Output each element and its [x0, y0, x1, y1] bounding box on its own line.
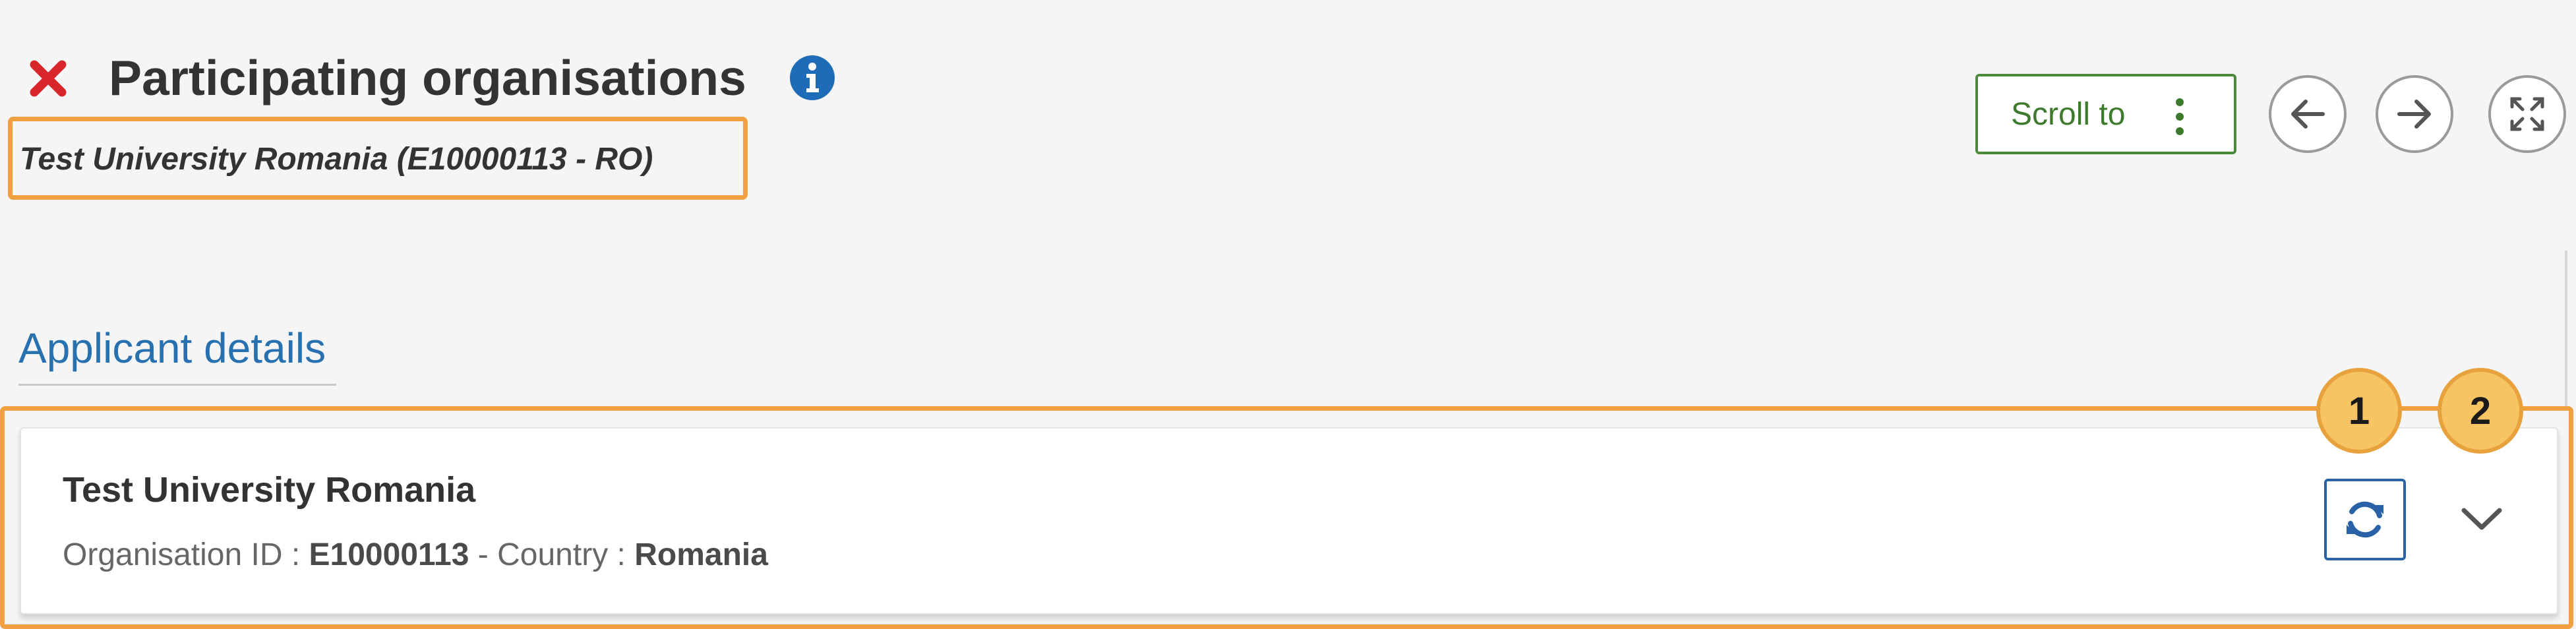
- previous-button[interactable]: [2269, 75, 2347, 153]
- vertical-scrollbar[interactable]: [2565, 251, 2567, 409]
- fullscreen-button[interactable]: [2488, 75, 2566, 153]
- section-underline: [18, 384, 336, 386]
- meta-separator: -: [477, 537, 489, 572]
- refresh-icon: [2347, 501, 2383, 538]
- close-x-icon: [25, 51, 71, 104]
- info-icon[interactable]: [789, 54, 836, 102]
- organisation-name: Test University Romania: [63, 470, 476, 510]
- expand-icon: [2510, 97, 2544, 131]
- refresh-button[interactable]: [2324, 479, 2406, 560]
- callout-badge-2: 2: [2438, 368, 2523, 454]
- next-button[interactable]: [2376, 75, 2453, 153]
- scroll-to-button[interactable]: Scroll to: [1975, 74, 2236, 154]
- callout-badge-1: 1: [2316, 368, 2402, 454]
- arrow-right-icon: [2397, 100, 2431, 129]
- section-heading-applicant-details: Applicant details: [18, 324, 326, 372]
- country-label: Country :: [497, 537, 626, 572]
- scroll-to-label: Scroll to: [2011, 96, 2126, 132]
- applicant-card-highlight-box: [0, 406, 2573, 629]
- organisation-subtitle: Test University Romania (E10000113 - RO): [20, 142, 653, 177]
- organisation-id-label: Organisation ID :: [63, 537, 301, 572]
- page-title: Participating organisations: [109, 50, 746, 105]
- country-value: Romania: [634, 537, 768, 572]
- kebab-menu-icon: [2176, 98, 2184, 135]
- arrow-left-icon: [2291, 100, 2325, 129]
- organisation-id-value: E10000113: [309, 537, 469, 572]
- chevron-down-icon[interactable]: [2456, 493, 2507, 545]
- organisation-meta: Organisation ID : E10000113 - Country : …: [63, 535, 768, 575]
